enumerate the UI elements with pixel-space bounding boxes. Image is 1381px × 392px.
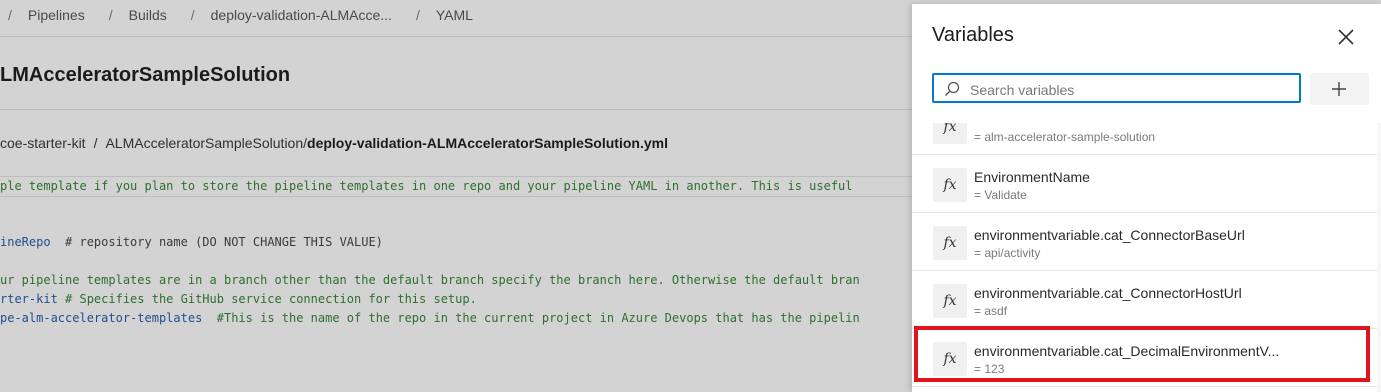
path-separator: /: [93, 135, 98, 151]
variables-list: fx = alm-accelerator-sample-solution fx …: [912, 123, 1381, 392]
variable-value: = 123: [974, 362, 1005, 376]
breadcrumb-pipelines[interactable]: Pipelines: [28, 7, 85, 23]
function-icon: fx: [933, 284, 967, 318]
code-line-3[interactable]: ur pipeline templates are in a branch ot…: [0, 271, 860, 290]
search-input[interactable]: [968, 79, 1292, 101]
code-line-5[interactable]: pe-alm-accelerator-templates #This is th…: [0, 309, 860, 328]
code-line-2[interactable]: ineRepo # repository name (DO NOT CHANGE…: [0, 233, 383, 252]
variable-value: = alm-accelerator-sample-solution: [974, 130, 1156, 144]
divider: [0, 109, 912, 110]
variables-panel: Variables fx = alm-accelerator-sample-so…: [912, 4, 1381, 392]
code-comment: ur pipeline templates are in a branch ot…: [0, 273, 860, 287]
code-comment: ple template if you plan to store the pi…: [0, 179, 853, 193]
close-icon[interactable]: [1336, 27, 1356, 47]
function-icon: fx: [933, 226, 967, 260]
variable-value: = asdf: [974, 304, 1008, 318]
page-title: LMAcceleratorSampleSolution: [0, 64, 291, 86]
breadcrumb-separator: /: [108, 7, 113, 23]
add-variable-button[interactable]: [1310, 73, 1369, 105]
divider: [0, 36, 912, 37]
breadcrumb-separator: /: [8, 7, 12, 23]
variable-name: environmentvariable.cat_DecimalEnvironme…: [974, 343, 1280, 359]
code-comment: #This is the name of the repo in the cur…: [202, 311, 860, 325]
function-icon: fx: [933, 123, 967, 144]
variable-value: = api/activity: [974, 246, 1041, 260]
panel-title: Variables: [932, 24, 1014, 46]
plus-icon: [1332, 82, 1346, 96]
function-icon: fx: [933, 342, 967, 376]
path-repo[interactable]: coe-starter-kit: [0, 135, 86, 151]
code-value: rter-kit: [0, 292, 58, 306]
path-dir[interactable]: ALMAcceleratorSampleSolution/: [105, 135, 307, 151]
search-box[interactable]: [932, 73, 1301, 103]
code-value: ineRepo: [0, 235, 51, 249]
variable-row[interactable]: fx environmentvariable.cat_DecimalEnviro…: [912, 329, 1381, 387]
variable-name: environmentvariable.cat_ConnectorBaseUrl: [974, 227, 1245, 243]
breadcrumb-builds[interactable]: Builds: [129, 7, 167, 23]
variable-name: EnvironmentName: [974, 169, 1090, 185]
breadcrumb: / Pipelines / Builds / deploy-validation…: [0, 5, 489, 25]
variable-row[interactable]: fx environmentvariable.cat_ConnectorHost…: [912, 271, 1381, 329]
variable-row[interactable]: fx EnvironmentName = Validate: [912, 155, 1381, 213]
variable-value: = Validate: [974, 188, 1027, 202]
breadcrumb-pipeline-name[interactable]: deploy-validation-ALMAcce...: [211, 7, 392, 23]
file-path: coe-starter-kit / ALMAcceleratorSampleSolu…: [0, 135, 668, 151]
search-icon: [944, 81, 960, 97]
breadcrumb-separator: /: [415, 7, 420, 23]
code-line-1[interactable]: ple template if you plan to store the pi…: [0, 176, 912, 197]
variable-row[interactable]: fx = alm-accelerator-sample-solution: [912, 123, 1381, 155]
variable-name: environmentvariable.cat_ConnectorHostUrl: [974, 285, 1242, 301]
scrollbar[interactable]: [1377, 123, 1381, 392]
code-comment: # repository name (DO NOT CHANGE THIS VA…: [50, 235, 383, 249]
breadcrumb-yaml[interactable]: YAML: [436, 7, 473, 23]
code-value: pe-alm-accelerator-templates: [0, 311, 203, 325]
code-line-4[interactable]: rter-kit # Specifies the GitHub service …: [0, 290, 477, 309]
variable-row[interactable]: fx environmentvariable.cat_ConnectorBase…: [912, 213, 1381, 271]
code-comment: # Specifies the GitHub service connectio…: [57, 292, 477, 306]
path-file: deploy-validation-ALMAcceleratorSampleSo…: [307, 135, 668, 151]
breadcrumb-separator: /: [190, 7, 195, 23]
function-icon: fx: [933, 168, 967, 202]
